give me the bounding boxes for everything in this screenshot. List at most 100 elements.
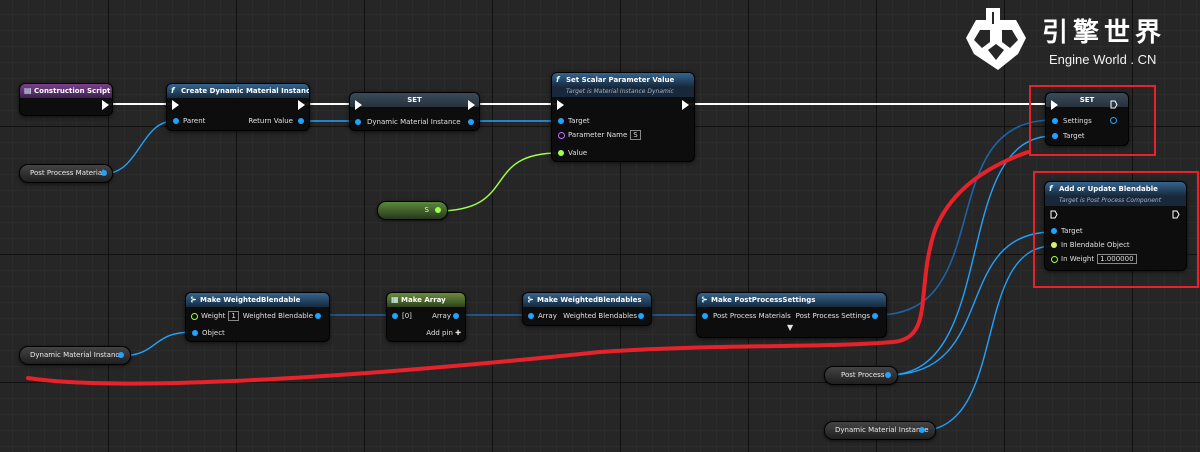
settings-label: Settings (1063, 117, 1092, 125)
object-pin[interactable] (192, 330, 198, 336)
add-update-blendable-node[interactable]: f Add or Update Blendable Target is Post … (1044, 181, 1187, 271)
target-pin[interactable] (1052, 133, 1058, 139)
exec-in-pin[interactable] (355, 100, 362, 110)
exec-in-pin[interactable] (1050, 210, 1058, 219)
exec-out-pin[interactable] (1110, 100, 1118, 109)
weighted-blendable-pin[interactable] (315, 313, 321, 319)
make-weighted-blendables-node[interactable]: ⊱ Make WeightedBlendables Array Weighted … (522, 292, 652, 326)
exec-out-pin[interactable] (1172, 210, 1180, 219)
logo-chinese-text: 引擎世界 (1042, 18, 1167, 48)
settings-in-pin[interactable] (1052, 118, 1058, 124)
weighted-blendables-pin[interactable] (638, 313, 644, 319)
dmi-getter-right[interactable]: Dynamic Material Instance (824, 421, 936, 440)
set-dmi-node[interactable]: SET Dynamic Material Instance (349, 92, 480, 131)
value-label: Value (568, 149, 588, 157)
output-pin[interactable] (118, 352, 124, 358)
logo-english-text: Engine World . CN (1049, 52, 1157, 67)
in-weight-label: In Weight 1.000000 (1061, 253, 1137, 265)
array-out-pin[interactable] (453, 313, 459, 319)
node-title: SET (407, 96, 422, 104)
plus-icon: ✚ (455, 329, 461, 337)
settings-out-pin[interactable] (1110, 117, 1117, 124)
node-title: Make WeightedBlendables (537, 296, 642, 304)
return-value-pin[interactable] (298, 118, 304, 124)
weight-label: Weight 1 (201, 310, 239, 322)
exec-in-pin[interactable] (557, 100, 564, 110)
pp-materials-pin[interactable] (702, 313, 708, 319)
post-process-getter[interactable]: Post Process (824, 366, 898, 385)
dmi-getter-left[interactable]: Dynamic Material Instance (19, 346, 131, 365)
output-pin[interactable] (435, 207, 441, 213)
output-pin[interactable] (885, 372, 891, 378)
target-pin[interactable] (558, 118, 564, 124)
exec-out-pin[interactable] (102, 100, 109, 110)
event-icon: ▤ (24, 86, 32, 95)
node-title: Add or Update Blendable (1059, 185, 1158, 193)
pp-settings-pin[interactable] (872, 313, 878, 319)
parameter-name-input[interactable]: S (630, 130, 641, 140)
make-postprocess-settings-node[interactable]: ⊱ Make PostProcessSettings Post Process M… (696, 292, 887, 338)
node-title: Make Array (401, 296, 446, 304)
function-icon: f (1049, 184, 1053, 193)
add-pin-button[interactable]: Add pin ✚ (426, 327, 461, 339)
function-icon: f (556, 75, 560, 84)
struct-wire (876, 119, 1054, 316)
target-label: Target (1061, 227, 1083, 235)
set-scalar-param-node[interactable]: f Set Scalar Parameter Value Target is Ma… (551, 72, 695, 162)
make-weighted-blendable-node[interactable]: ⊱ Make WeightedBlendable Weight 1 Weighted… (185, 292, 330, 342)
array-in-label: Array (538, 312, 557, 320)
dmi-out-pin[interactable] (468, 119, 474, 125)
node-title: Make WeightedBlendable (200, 296, 301, 304)
dmi-label: Dynamic Material Instance (367, 118, 461, 126)
expand-arrow-icon[interactable]: ▼ (787, 322, 793, 334)
make-array-node[interactable]: ▦ Make Array [0] Array Add pin ✚ (386, 292, 466, 342)
pp-materials-label: Post Process Materials (713, 312, 791, 320)
construction-script-node[interactable]: ▤ Construction Script (19, 83, 113, 116)
create-dmi-node[interactable]: f Create Dynamic Material Instance Parent… (166, 83, 310, 131)
object-wire (887, 135, 1054, 376)
node-subtitle: Target is Post Process Component (1045, 196, 1186, 206)
dmi-in-pin[interactable] (355, 119, 361, 125)
output-pin[interactable] (919, 427, 925, 433)
target-pin[interactable] (1051, 228, 1057, 234)
array-out-label: Array (432, 312, 451, 320)
array-icon: ▦ (391, 295, 399, 304)
function-icon: f (171, 86, 175, 95)
annotation-stroke (26, 150, 1030, 386)
weight-input[interactable]: 1 (228, 311, 239, 321)
parent-pin[interactable] (173, 118, 179, 124)
s-getter[interactable]: S (377, 201, 448, 220)
element-0-pin[interactable] (392, 313, 398, 319)
weight-pin[interactable] (191, 313, 198, 320)
parent-label: Parent (183, 117, 206, 125)
return-value-label: Return Value (248, 117, 293, 125)
blendable-object-pin[interactable] (1051, 242, 1057, 248)
object-label: Object (202, 329, 225, 337)
parameter-name-pin[interactable] (558, 132, 565, 139)
struct-icon: ⊱ (527, 295, 534, 304)
node-title: Create Dynamic Material Instance (181, 87, 309, 95)
engine-world-logo-icon (966, 8, 1026, 70)
exec-out-pin[interactable] (682, 100, 689, 110)
node-title: Set Scalar Parameter Value (566, 76, 675, 84)
exec-in-pin[interactable] (172, 100, 179, 110)
node-title: Construction Script (34, 87, 111, 95)
object-wire (102, 120, 175, 175)
parameter-name-label: Parameter Name S (568, 129, 641, 141)
post-process-material-getter[interactable]: Post Process Material (19, 164, 113, 183)
value-pin[interactable] (558, 150, 564, 156)
array-in-pin[interactable] (528, 313, 534, 319)
struct-icon: ⊱ (190, 295, 197, 304)
exec-in-pin[interactable] (1051, 100, 1058, 110)
in-weight-input[interactable]: 1.000000 (1097, 254, 1137, 264)
node-subtitle: Target is Material Instance Dynamic (552, 87, 694, 97)
blueprint-graph[interactable]: ▤ Construction Script f Create Dynamic Mat… (0, 0, 1200, 452)
exec-out-pin[interactable] (468, 100, 475, 110)
in-weight-pin[interactable] (1051, 256, 1058, 263)
exec-out-pin[interactable] (298, 100, 305, 110)
set-settings-node[interactable]: SET Settings Target (1045, 92, 1129, 146)
pp-settings-label: Post Process Settings (795, 312, 870, 320)
node-title: Make PostProcessSettings (711, 296, 816, 304)
output-pin[interactable] (101, 170, 107, 176)
blendable-object-label: In Blendable Object (1061, 241, 1130, 249)
